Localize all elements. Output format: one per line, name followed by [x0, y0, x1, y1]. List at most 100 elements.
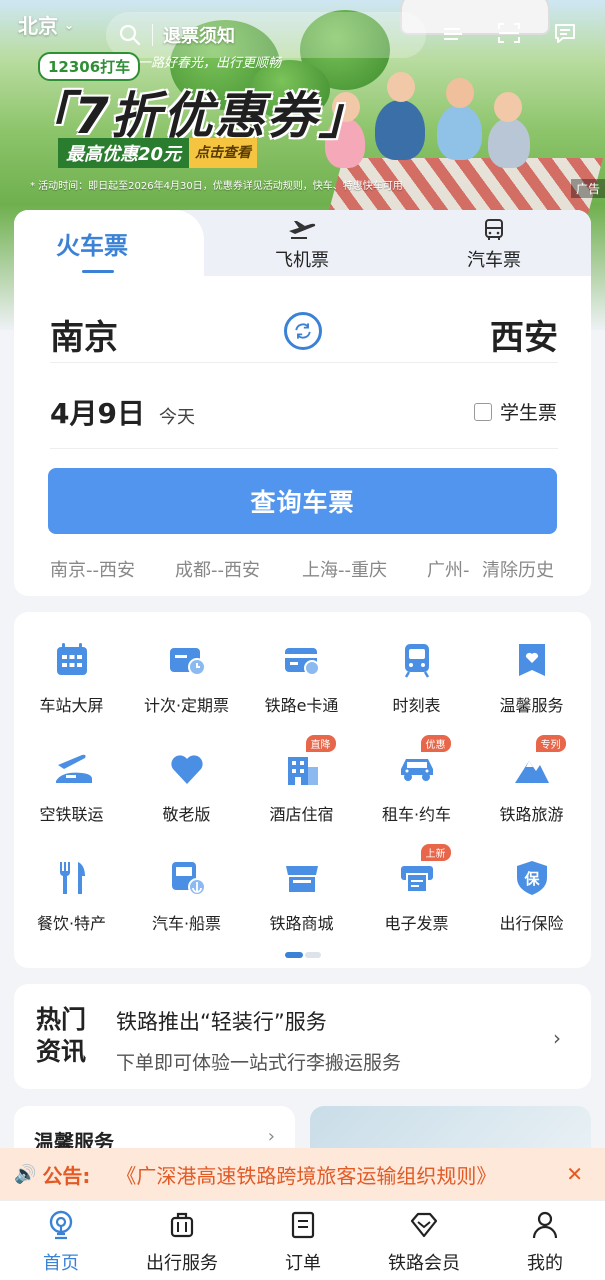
bottom-nav: 首页 出行服务 订单 铁路会员 我的 — [0, 1200, 605, 1280]
service-label: 计次·定期票 — [143, 696, 230, 715]
scan-icon[interactable] — [496, 20, 522, 46]
service-bus-ship[interactable]: 汽车·船票 — [129, 858, 244, 934]
to-station[interactable]: 西安 — [490, 310, 558, 359]
student-checkbox[interactable] — [473, 402, 492, 421]
student-label: 学生票 — [499, 402, 557, 424]
nav-label: 出行服务 — [146, 1253, 218, 1274]
service-food[interactable]: 餐饮·特产 — [14, 858, 129, 934]
search-divider — [152, 24, 153, 46]
shield-text: 保 — [523, 870, 540, 888]
heart-icon — [170, 755, 203, 784]
message-icon[interactable] — [552, 20, 578, 46]
city-name: 北京 — [18, 14, 58, 38]
menu-lines-icon[interactable] — [440, 20, 466, 46]
calendar-board-icon — [56, 643, 87, 675]
tab-label: 火车票 — [56, 232, 128, 260]
query-tickets-button[interactable]: 查询车票 — [48, 468, 557, 534]
chevron-right-icon: › — [267, 1126, 275, 1147]
hot-news-card[interactable]: 热门资讯 铁路推出“轻装行”服务 下单即可体验一站式行李搬运服务 › — [14, 984, 591, 1089]
tab-bus-ticket[interactable]: 汽车票 — [434, 218, 554, 272]
news-title: 铁路推出“轻装行”服务 — [116, 1010, 327, 1034]
plane-icon — [289, 221, 316, 239]
nav-membership[interactable]: 铁路会员 — [369, 1209, 479, 1275]
service-insurance[interactable]: 保 出行保险 — [474, 858, 589, 934]
page-indicator — [285, 952, 321, 958]
history-item[interactable]: 成都--西安 — [175, 556, 260, 582]
chevron-right-icon: › — [553, 1026, 561, 1050]
service-elder[interactable]: 敬老版 — [129, 749, 244, 825]
promo-view-button[interactable]: 点击查看 — [189, 138, 258, 168]
promo-offer-text: 最高优惠20元 — [58, 138, 190, 168]
service-label: 车站大屏 — [39, 696, 104, 715]
service-ecard[interactable]: 铁路e卡通 — [244, 640, 359, 716]
notice-bar[interactable]: 🔊 公告: 《广深港高速铁路跨境旅客运输组织规则》 ✕ — [0, 1148, 605, 1200]
nav-orders[interactable]: 订单 — [248, 1209, 358, 1275]
service-label: 酒店住宿 — [269, 805, 334, 824]
nav-home[interactable]: 首页 — [6, 1209, 116, 1275]
nav-label: 订单 — [285, 1253, 321, 1274]
history-item[interactable]: 上海--重庆 — [302, 556, 387, 582]
search-icon — [119, 24, 141, 46]
city-selector[interactable]: 北京 ⌄ — [18, 10, 74, 39]
service-label: 时刻表 — [392, 696, 441, 715]
tab-plane-ticket[interactable]: 飞机票 — [242, 218, 362, 272]
card-icon — [284, 648, 320, 676]
ticket-tabs: 火车票 飞机票 汽车票 — [14, 210, 591, 276]
service-station-screen[interactable]: 车站大屏 — [14, 640, 129, 716]
service-mall[interactable]: 铁路商城 — [244, 858, 359, 934]
service-hotel[interactable]: 直降 酒店住宿 — [244, 735, 359, 825]
from-station[interactable]: 南京 — [50, 310, 118, 359]
service-car-rental[interactable]: 优惠 租车·约车 — [359, 735, 474, 825]
news-subtitle: 下单即可体验一站式行李搬运服务 — [116, 1052, 402, 1074]
station-selector: 南京 西安 — [50, 310, 558, 360]
swap-stations-icon[interactable] — [284, 312, 322, 350]
user-icon — [532, 1211, 558, 1239]
service-label: 铁路商城 — [269, 914, 334, 933]
history-item[interactable]: 南京--西安 — [50, 556, 135, 582]
services-grid: 车站大屏 计次·定期票 铁路e卡通 时刻表 温馨服务 空铁联运 敬老版 直降 酒… — [14, 612, 591, 968]
service-label: 电子发票 — [384, 914, 449, 933]
car-icon — [400, 759, 433, 781]
service-label: 汽车·船票 — [151, 914, 222, 933]
service-warm[interactable]: 温馨服务 — [474, 640, 589, 716]
student-ticket-toggle[interactable]: 学生票 — [473, 398, 557, 425]
service-label: 铁路旅游 — [499, 805, 564, 824]
close-icon[interactable]: ✕ — [566, 1162, 583, 1186]
service-label: 餐饮·特产 — [36, 914, 107, 933]
service-label: 温馨服务 — [499, 696, 564, 715]
clear-history-button[interactable]: 清除历史 — [482, 556, 554, 582]
bus-icon — [485, 219, 503, 240]
date-note: 今天 — [158, 407, 195, 428]
speaker-icon: 🔊 — [14, 1163, 37, 1185]
service-label: 空铁联运 — [39, 805, 104, 824]
hotel-icon — [287, 757, 318, 785]
nav-me[interactable]: 我的 — [490, 1209, 600, 1275]
home-icon — [49, 1210, 73, 1240]
tab-train-ticket[interactable]: 火车票 — [14, 210, 204, 276]
badge: 上新 — [420, 844, 451, 861]
nav-travel-service[interactable]: 出行服务 — [127, 1209, 237, 1275]
nav-label: 我的 — [527, 1253, 563, 1274]
service-periodic-ticket[interactable]: 计次·定期票 — [129, 640, 244, 716]
badge: 专列 — [535, 735, 566, 752]
service-e-invoice[interactable]: 上新 电子发票 — [359, 844, 474, 934]
service-label: 敬老版 — [162, 805, 211, 824]
service-timetable[interactable]: 时刻表 — [359, 640, 474, 716]
order-icon — [291, 1211, 315, 1239]
service-air-rail[interactable]: 空铁联运 — [14, 749, 129, 825]
promo-offer[interactable]: 最高优惠20元 点击查看 — [58, 138, 258, 168]
badge: 直降 — [305, 735, 336, 752]
shop-icon — [285, 866, 318, 892]
heart-ribbon-icon — [518, 644, 545, 676]
promo-note: * 活动时间：即日起至2026年4月30日，优惠券详见活动规则，快车、特惠快车可… — [30, 181, 403, 192]
diamond-icon — [410, 1212, 438, 1238]
notice-text: 《广深港高速铁路跨境旅客运输组织规则》 — [116, 1163, 497, 1188]
service-rail-tour[interactable]: 专列 铁路旅游 — [474, 735, 589, 825]
nav-label: 首页 — [43, 1253, 79, 1274]
shield-icon: 保 — [516, 861, 547, 895]
history-item[interactable]: 广州- — [427, 556, 470, 582]
badge: 优惠 — [420, 735, 451, 752]
date-selector[interactable]: 4月9日 今天 — [50, 392, 195, 432]
promo-slogan: 一路好春光，出行更顺畅 — [138, 56, 282, 71]
service-label: 出行保险 — [499, 914, 564, 933]
